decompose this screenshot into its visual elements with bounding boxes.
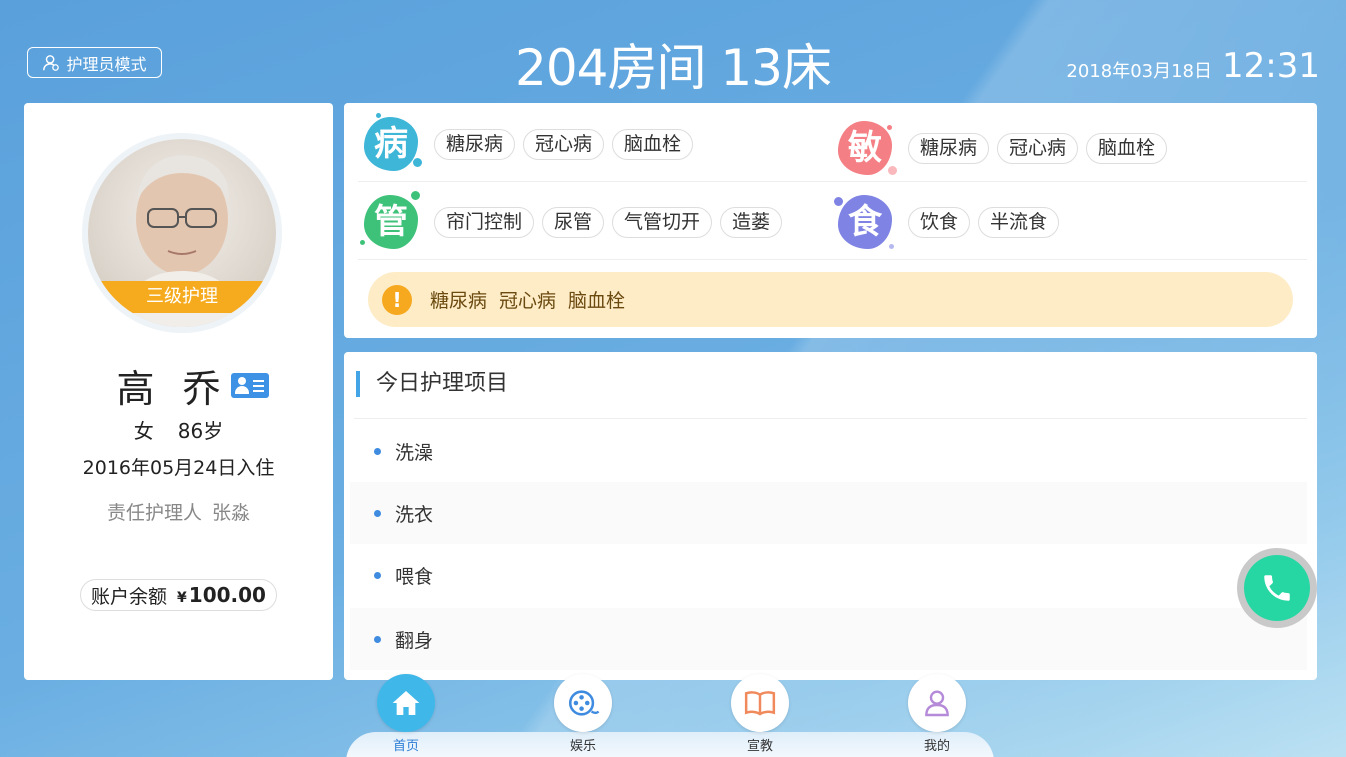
nurse-name: 张淼 bbox=[212, 502, 251, 524]
care-task-label: 翻身 bbox=[395, 629, 434, 652]
tube-chip[interactable]: 尿管 bbox=[542, 206, 605, 238]
alert-item: 冠心病 bbox=[499, 290, 557, 312]
tube-badge-char: 管 bbox=[374, 202, 408, 242]
care-level-badge: 三级护理 bbox=[88, 281, 276, 313]
tags-divider bbox=[358, 259, 1307, 260]
currency-symbol: ¥ bbox=[177, 590, 187, 606]
nav-item-profile[interactable]: 我的 bbox=[907, 674, 967, 754]
resident-profile-card: 三级护理 高乔 女 86岁 2016年05月24日入住 责任护理人 张淼 账户余额 … bbox=[24, 103, 333, 680]
name-row: 高乔 bbox=[24, 358, 333, 413]
book-icon bbox=[744, 691, 776, 716]
current-time: 12:31 bbox=[1222, 46, 1320, 86]
bullet-icon bbox=[374, 635, 381, 643]
tags-divider bbox=[358, 181, 1307, 182]
today-divider bbox=[354, 418, 1307, 419]
medical-tags-card: 病 糖尿病 冠心病 脑血栓 敏 糖尿病 冠心病 脑血栓 管 帘门控制 尿管 气管… bbox=[344, 103, 1317, 338]
allergy-chip[interactable]: 冠心病 bbox=[997, 132, 1079, 164]
call-button[interactable] bbox=[1237, 548, 1317, 628]
gender: 女 bbox=[133, 419, 154, 443]
tube-chip[interactable]: 造蒌 bbox=[720, 206, 783, 238]
allergy-chip[interactable]: 脑血栓 bbox=[1086, 132, 1168, 164]
tube-chip[interactable]: 帘门控制 bbox=[434, 206, 535, 238]
alert-item: 脑血栓 bbox=[568, 290, 626, 312]
nav-label-home: 首页 bbox=[392, 739, 419, 754]
current-date: 2018年03月18日 bbox=[1066, 61, 1213, 82]
allergy-badge-char: 敏 bbox=[848, 128, 882, 168]
today-care-card: 今日护理项目 洗澡 洗衣 喂食 翻身 bbox=[344, 352, 1317, 680]
care-task-label: 喂食 bbox=[395, 565, 434, 588]
phone-icon bbox=[1264, 575, 1290, 601]
home-icon bbox=[392, 691, 420, 715]
allergy-chip[interactable]: 糖尿病 bbox=[908, 132, 990, 164]
nav-item-entertainment[interactable]: 娱乐 bbox=[553, 674, 613, 754]
care-task-label: 洗衣 bbox=[395, 503, 434, 526]
balance-label: 账户余额 bbox=[91, 585, 168, 608]
film-reel-icon bbox=[568, 690, 600, 716]
tube-badge: 管 bbox=[360, 191, 420, 251]
disease-row: 病 糖尿病 冠心病 脑血栓 bbox=[362, 113, 701, 173]
diet-chip[interactable]: 饮食 bbox=[908, 206, 971, 238]
balance-amount: ¥100.00 bbox=[177, 583, 266, 607]
resident-name: 高乔 bbox=[116, 367, 249, 411]
disease-badge-char: 病 bbox=[374, 124, 408, 164]
bullet-icon bbox=[374, 509, 381, 517]
avatar: 三级护理 bbox=[88, 139, 276, 327]
account-balance[interactable]: 账户余额 ¥100.00 bbox=[80, 579, 277, 611]
alert-text: 糖尿病 冠心病 脑血栓 bbox=[430, 286, 625, 313]
responsible-nurse: 责任护理人 张淼 bbox=[24, 498, 333, 525]
bullet-icon bbox=[374, 447, 381, 455]
datetime: 2018年03月18日 12:31 bbox=[1066, 46, 1320, 86]
nav-item-education[interactable]: 宣教 bbox=[730, 674, 790, 754]
warning-icon: ! bbox=[382, 284, 412, 315]
allergy-badge: 敏 bbox=[836, 119, 897, 177]
tube-row: 管 帘门控制 尿管 气管切开 造蒌 bbox=[360, 191, 790, 251]
care-task-item[interactable]: 洗衣 bbox=[350, 482, 1307, 544]
disease-badge: 病 bbox=[362, 113, 422, 173]
nav-label-profile: 我的 bbox=[923, 739, 950, 754]
diet-row: 食 饮食 半流食 bbox=[834, 193, 1067, 251]
care-task-item[interactable]: 翻身 bbox=[350, 608, 1307, 670]
disease-chip[interactable]: 冠心病 bbox=[523, 128, 605, 160]
checkin-date: 2016年05月24日入住 bbox=[82, 457, 275, 479]
disease-chip[interactable]: 糖尿病 bbox=[434, 128, 516, 160]
diet-badge-char: 食 bbox=[848, 202, 882, 242]
bottom-nav-bar bbox=[346, 732, 994, 757]
allergy-row: 敏 糖尿病 冠心病 脑血栓 bbox=[836, 119, 1175, 177]
nurse-label: 责任护理人 bbox=[106, 502, 202, 524]
age: 86岁 bbox=[177, 419, 224, 443]
id-card-icon[interactable] bbox=[230, 373, 269, 398]
alert-item: 糖尿病 bbox=[430, 290, 488, 312]
diet-badge: 食 bbox=[834, 193, 894, 251]
nav-label-education: 宣教 bbox=[746, 739, 773, 754]
disease-chip[interactable]: 脑血栓 bbox=[612, 128, 694, 160]
care-task-label: 洗澡 bbox=[395, 441, 434, 464]
user-icon bbox=[925, 690, 949, 717]
care-task-item[interactable]: 喂食 bbox=[350, 544, 1307, 606]
alert-bar[interactable]: ! 糖尿病 冠心病 脑血栓 bbox=[368, 272, 1293, 327]
diet-chip[interactable]: 半流食 bbox=[978, 206, 1060, 238]
care-task-item[interactable]: 洗澡 bbox=[350, 420, 1307, 482]
bullet-icon bbox=[374, 571, 381, 579]
tube-chip[interactable]: 气管切开 bbox=[612, 206, 713, 238]
balance-value: 100.00 bbox=[188, 583, 266, 607]
nav-label-entertainment: 娱乐 bbox=[569, 739, 596, 754]
today-care-title: 今日护理项目 bbox=[356, 371, 508, 397]
gender-age: 女 86岁 bbox=[24, 415, 333, 444]
nav-item-home[interactable]: 首页 bbox=[376, 674, 436, 754]
